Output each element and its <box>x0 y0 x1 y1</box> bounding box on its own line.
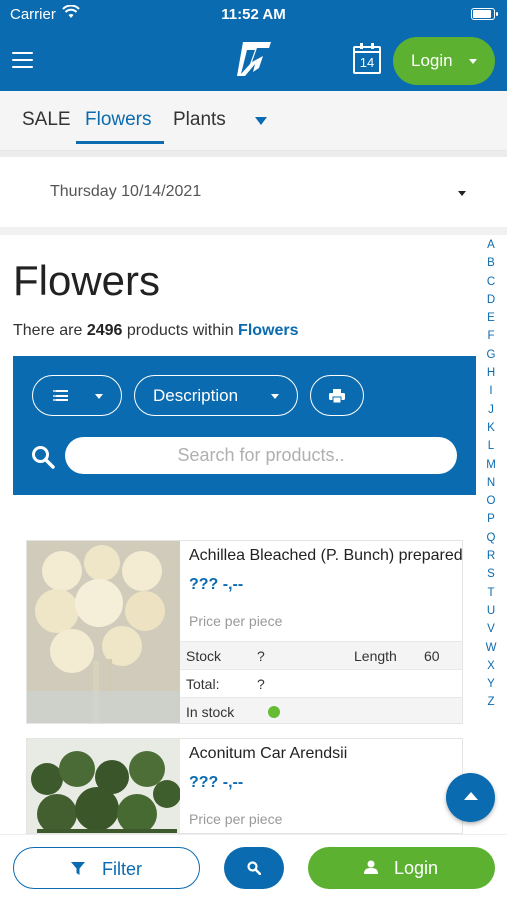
search-panel: Description <box>13 356 476 495</box>
filter-icon <box>71 862 85 875</box>
alphabet-letter[interactable]: O <box>483 492 499 510</box>
alphabet-letter[interactable]: C <box>483 273 499 291</box>
date-selector[interactable]: Thursday 10/14/2021 <box>0 157 507 227</box>
alphabet-letter[interactable]: I <box>483 382 499 400</box>
calendar-icon[interactable]: 14 <box>353 43 381 74</box>
search-icon <box>247 861 261 875</box>
count-number: 2496 <box>86 322 123 339</box>
alphabet-index: ABCDEFGHIJKLMNOPQRSTUVWXYZ <box>483 236 499 712</box>
alphabet-letter[interactable]: R <box>483 547 499 565</box>
product-image <box>27 739 180 833</box>
tab-sale[interactable]: SALE <box>22 109 71 131</box>
view-toggle-button[interactable] <box>32 375 122 416</box>
logo-icon[interactable] <box>233 38 275 80</box>
filter-label: Filter <box>102 859 142 879</box>
length-label: Length <box>354 648 397 664</box>
stock-value: ? <box>257 648 265 664</box>
bottom-action-bar: Filter Login <box>0 834 507 900</box>
header-login-label: Login <box>411 51 453 70</box>
caret-down-icon <box>271 394 279 399</box>
availability-row: In stock <box>180 697 462 723</box>
active-tab-indicator <box>76 141 164 144</box>
login-button[interactable]: Login <box>308 847 495 889</box>
header-login-button[interactable]: Login <box>393 37 495 85</box>
login-label: Login <box>394 858 439 878</box>
product-price: ??? -,-- <box>189 576 244 593</box>
caret-down-icon <box>458 191 466 196</box>
alphabet-letter[interactable]: E <box>483 309 499 327</box>
product-name[interactable]: Achillea Bleached (P. Bunch) prepared <box>189 547 462 565</box>
alphabet-letter[interactable]: T <box>483 584 499 602</box>
alphabet-letter[interactable]: W <box>483 639 499 657</box>
print-icon <box>329 389 345 403</box>
price-note: Price per piece <box>189 613 283 629</box>
battery-icon <box>471 8 498 20</box>
user-icon <box>364 860 378 874</box>
search-icon <box>32 446 55 469</box>
list-view-icon <box>53 390 68 401</box>
alphabet-letter[interactable]: S <box>483 565 499 583</box>
alphabet-letter[interactable]: G <box>483 346 499 364</box>
product-card[interactable]: Achillea Bleached (P. Bunch) prepared ??… <box>26 540 463 724</box>
status-bar: Carrier 11:52 AM <box>0 0 507 28</box>
alphabet-letter[interactable]: K <box>483 419 499 437</box>
count-middle: products within <box>126 322 234 339</box>
count-prefix: There are <box>13 322 83 339</box>
alphabet-letter[interactable]: V <box>483 620 499 638</box>
tab-plants[interactable]: Plants <box>173 109 226 131</box>
alphabet-letter[interactable]: A <box>483 236 499 254</box>
alphabet-letter[interactable]: Y <box>483 675 499 693</box>
sort-label: Description <box>153 386 239 405</box>
total-value: ? <box>257 676 265 692</box>
alphabet-letter[interactable]: F <box>483 327 499 345</box>
divider <box>0 227 507 235</box>
app-header: 14 Login <box>0 28 507 91</box>
scroll-top-icon[interactable] <box>446 773 495 822</box>
total-label: Total: <box>186 676 220 692</box>
in-stock-indicator <box>268 706 280 718</box>
availability-label: In stock <box>186 704 235 720</box>
caret-down-icon <box>469 59 477 64</box>
menu-icon[interactable] <box>12 52 33 68</box>
alphabet-letter[interactable]: U <box>483 602 499 620</box>
search-input[interactable] <box>65 437 457 474</box>
alphabet-letter[interactable]: N <box>483 474 499 492</box>
stock-label: Stock <box>186 648 222 664</box>
alphabet-letter[interactable]: H <box>483 364 499 382</box>
alphabet-letter[interactable]: M <box>483 456 499 474</box>
search-button[interactable] <box>224 847 284 889</box>
alphabet-letter[interactable]: J <box>483 401 499 419</box>
alphabet-letter[interactable]: B <box>483 254 499 272</box>
print-button[interactable] <box>310 375 364 416</box>
price-note: Price per piece <box>189 811 283 827</box>
alphabet-letter[interactable]: X <box>483 657 499 675</box>
product-name[interactable]: Aconitum Car Arendsii <box>189 745 347 763</box>
product-price: ??? -,-- <box>189 774 244 791</box>
caret-down-icon <box>95 394 103 399</box>
alphabet-letter[interactable]: Z <box>483 693 499 711</box>
product-image <box>27 541 180 723</box>
filter-button[interactable]: Filter <box>13 847 200 889</box>
alphabet-letter[interactable]: L <box>483 437 499 455</box>
length-value: 60 <box>424 648 440 664</box>
alphabet-letter[interactable]: D <box>483 291 499 309</box>
calendar-day: 14 <box>359 55 375 70</box>
alphabet-letter[interactable]: Q <box>483 529 499 547</box>
page-title: Flowers <box>13 257 161 304</box>
alphabet-letter[interactable]: P <box>483 510 499 528</box>
total-row: Total: ? <box>180 669 462 697</box>
stock-row: Stock ? Length 60 <box>180 641 462 669</box>
product-count: There are 2496 products within Flowers <box>13 322 299 340</box>
clock: 11:52 AM <box>221 6 286 23</box>
product-card[interactable]: Aconitum Car Arendsii ??? -,-- Price per… <box>26 738 463 834</box>
more-tabs-icon[interactable] <box>255 117 267 125</box>
sort-dropdown[interactable]: Description <box>134 375 298 416</box>
count-category[interactable]: Flowers <box>238 322 298 339</box>
tab-flowers[interactable]: Flowers <box>85 109 152 131</box>
date-value: Thursday 10/14/2021 <box>50 183 202 200</box>
